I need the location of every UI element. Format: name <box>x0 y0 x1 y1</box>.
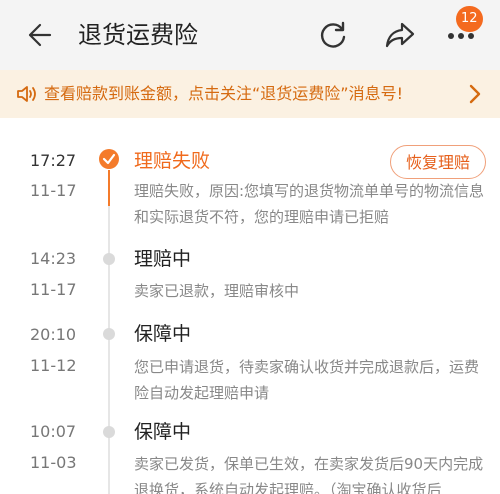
event-status: 保障中 <box>134 323 192 345</box>
restore-claim-button[interactable]: 恢复理赔 <box>390 145 486 179</box>
timeline-line <box>108 170 110 206</box>
share-icon[interactable] <box>384 20 416 50</box>
refresh-icon[interactable] <box>318 20 348 50</box>
event-time: 14:23 <box>30 249 77 268</box>
event-date: 11-17 <box>30 280 77 299</box>
page-title: 退货运费险 <box>78 21 198 49</box>
back-arrow-icon[interactable] <box>26 22 52 48</box>
notice-text: 查看赔款到账金额，点击关注“退货运费险”消息号! <box>44 84 403 103</box>
event-status: 保障中 <box>134 421 192 443</box>
check-circle-icon <box>99 149 119 169</box>
event-time: 17:27 <box>30 151 77 170</box>
event-date: 11-03 <box>30 453 77 472</box>
event-time: 10:07 <box>30 422 77 441</box>
message-count-badge: 12 <box>456 6 483 32</box>
event-date: 11-12 <box>30 356 77 375</box>
event-description: 理赔失败，原因:您填写的退货物流单单号的物流信息和实际退货不符，您的理赔申请已拒… <box>134 182 485 226</box>
timeline-dot <box>103 426 115 438</box>
speaker-icon <box>17 86 36 102</box>
timeline-dot <box>103 253 115 265</box>
event-time: 20:10 <box>30 325 77 344</box>
chevron-right-icon[interactable] <box>466 82 484 106</box>
event-status: 理赔中 <box>134 248 192 270</box>
timeline-dot <box>103 328 115 340</box>
timeline-line <box>108 206 110 494</box>
top-bar <box>0 0 500 70</box>
event-description: 卖家已发货，保单已生效，在卖家发货后90天内完成退换货，系统自动发起理赔。（淘宝… <box>134 455 484 494</box>
event-status: 理赔失败 <box>134 150 211 172</box>
event-description: 您已申请退货，待卖家确认收货并完成退款后，运费险自动发起理赔申请 <box>134 358 480 402</box>
event-description: 卖家已退款，理赔审核中 <box>134 282 300 300</box>
event-date: 11-17 <box>30 181 77 200</box>
